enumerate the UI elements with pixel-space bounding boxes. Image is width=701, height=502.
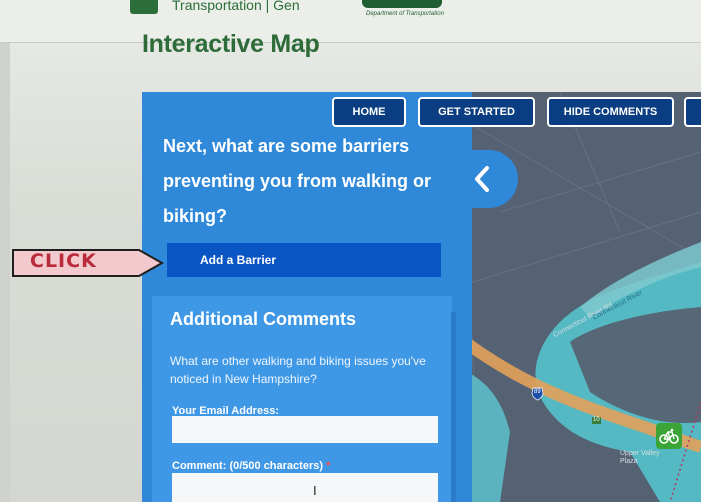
comment-textarea[interactable] — [172, 473, 438, 502]
comment-label: Comment: (0/500 characters) * — [172, 460, 330, 472]
bicycle-icon[interactable] — [656, 423, 682, 449]
state-logo-icon[interactable] — [130, 0, 158, 14]
nav-hide-comments-button[interactable]: HIDE COMMENTS — [547, 97, 674, 127]
dot-logo-subtitle: Department of Transportation — [366, 11, 444, 17]
email-field[interactable] — [172, 416, 438, 443]
state-logo-text: Transportation | Gen — [172, 0, 300, 13]
click-annotation-label: CLICK — [30, 250, 97, 272]
text-cursor-icon: I — [313, 483, 317, 498]
add-barrier-button[interactable]: Add a Barrier — [167, 243, 441, 277]
nav-get-started-button[interactable]: GET STARTED — [418, 97, 535, 127]
map-label-interstate: 89 — [534, 389, 541, 395]
map-label-route: 10 — [593, 417, 600, 423]
chevron-left-icon — [475, 166, 489, 192]
barrier-question: Next, what are some barriers preventing … — [163, 136, 432, 226]
comments-description: What are other walking and biking issues… — [170, 354, 426, 386]
comments-title: Additional Comments — [170, 309, 357, 329]
dot-logo[interactable]: Department of Transportation — [362, 0, 470, 20]
nav-home-button[interactable]: HOME — [332, 97, 406, 127]
panel-scrollbar[interactable] — [451, 312, 456, 502]
map-label-place: Upper Valley Plaza — [620, 450, 660, 465]
site-header: Transportation | Gen Department of Trans… — [0, 0, 701, 43]
collapse-panel-button[interactable] — [446, 150, 518, 208]
required-mark: * — [326, 460, 331, 472]
comment-label-text: Comment: (0/500 characters) — [172, 460, 324, 472]
nav-more-button[interactable] — [684, 97, 701, 127]
page-title: Interactive Map — [142, 30, 320, 58]
screen-photo: Transportation | Gen Department of Trans… — [0, 0, 701, 502]
bicycle-glyph-icon — [659, 428, 679, 444]
dot-logo-icon — [362, 0, 442, 8]
